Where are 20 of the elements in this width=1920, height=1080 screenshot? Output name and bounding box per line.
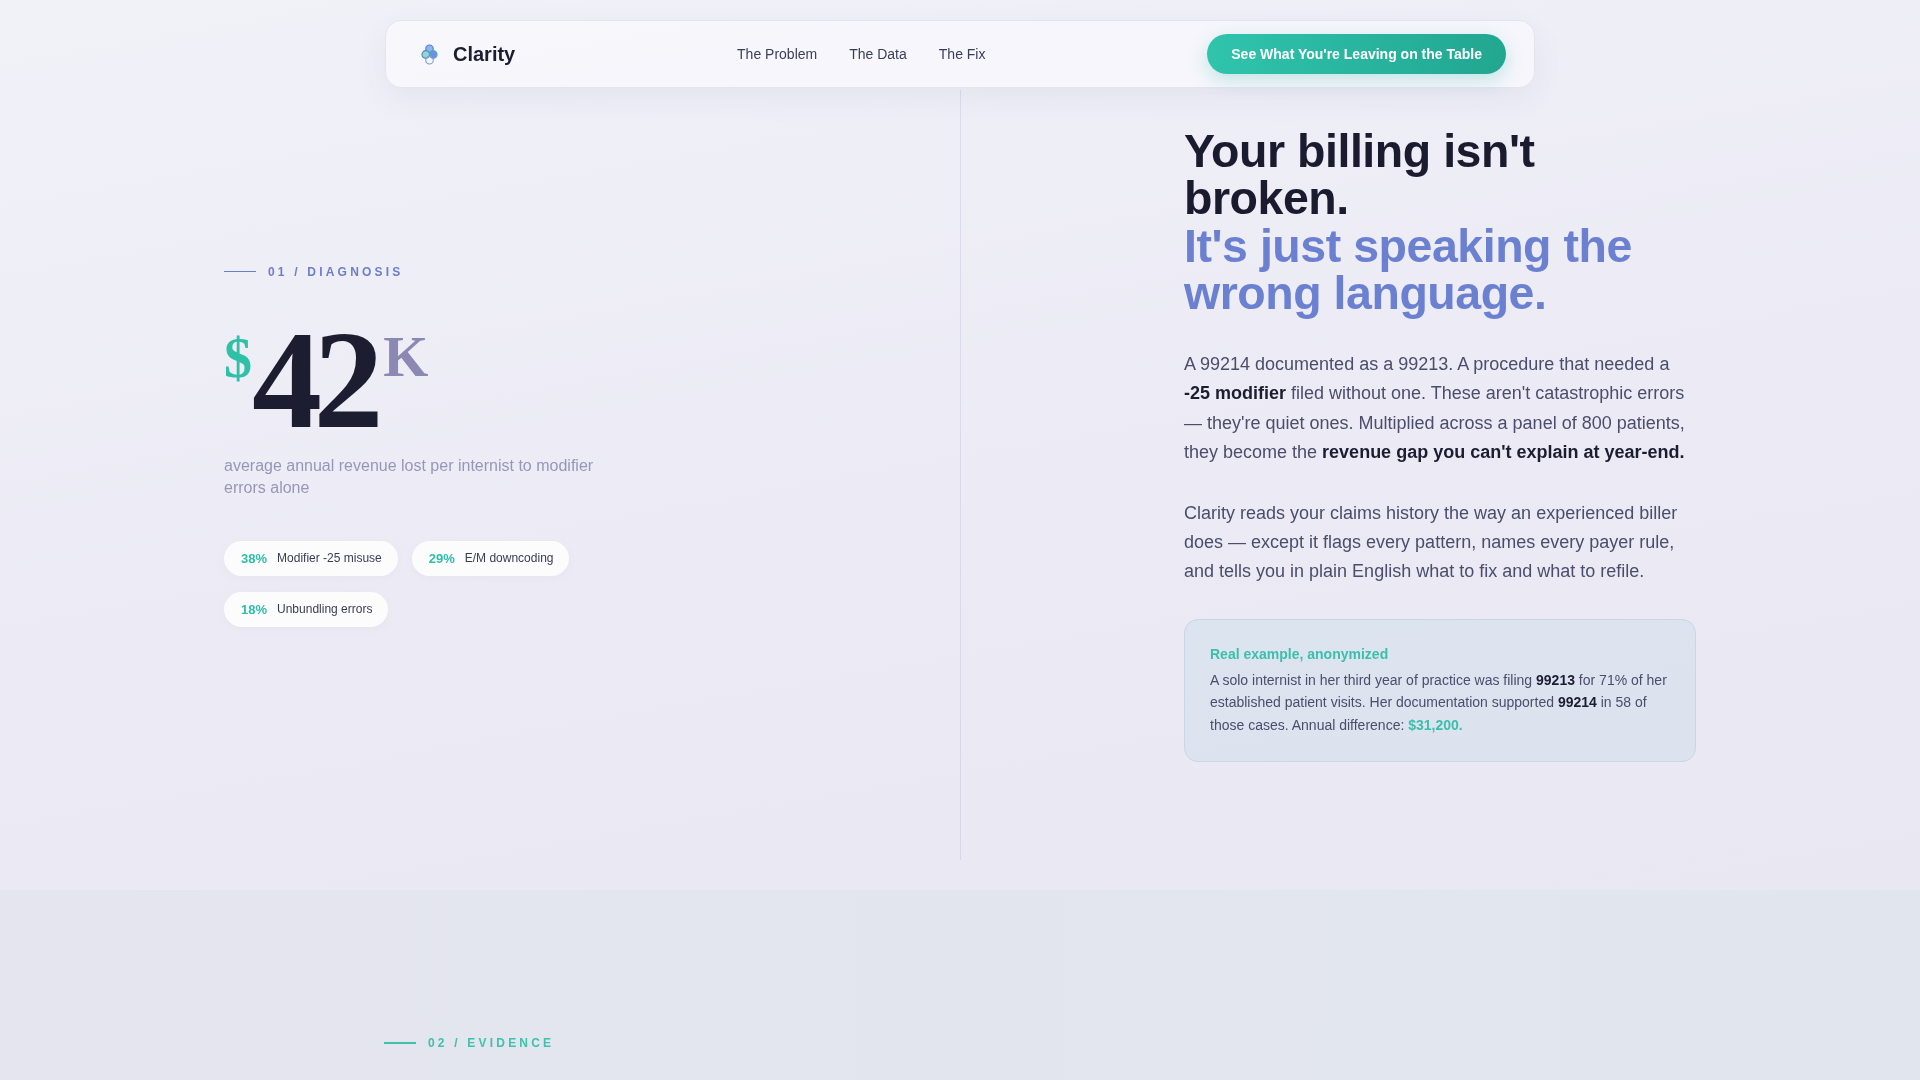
chip-label: Modifier -25 misuse xyxy=(277,551,382,565)
nav-link[interactable]: The Fix xyxy=(938,46,986,62)
section-label: 02 / EVIDENCE xyxy=(428,1035,555,1051)
example-title: Real example, anonymized xyxy=(1210,644,1390,664)
body-paragraph: Clarity reads your claims history the way an experienced biller does — except it flags every pattern, names every payer rule, and tells you in plain English what to fix and what to refile. xyxy=(1184,501,1679,584)
logo-icon xyxy=(421,43,438,65)
nav-link[interactable]: The Data xyxy=(849,46,907,62)
brand-name[interactable]: Clarity xyxy=(453,42,516,66)
chip-percent: 18% xyxy=(241,601,268,617)
section-label: 01 / DIAGNOSIS xyxy=(268,263,404,280)
body-paragraph: A 99214 documented as a 99213. A procedure that needed a -25 modifier filed without one. These aren't catastrophic errors — they're quiet ones. Multiplied across a panel of 800 patients, they become the revenue gap you can't explain at year-end. xyxy=(1184,352,1686,465)
chip-percent: 29% xyxy=(428,550,455,566)
chip-label: E/M downcoding xyxy=(464,551,554,565)
hero-heading-accent: It's just speaking the wrong language. xyxy=(1184,222,1633,318)
chip-label: Unbundling errors xyxy=(277,602,373,616)
chip-percent: 38% xyxy=(241,550,268,566)
nav-link[interactable]: The Problem xyxy=(737,46,818,62)
hero-heading: Your billing isn't broken. xyxy=(1184,127,1536,223)
example-text: A solo internist in her third year of practice was filing 99213 for 71% of her established patient visits. Her documentation supported 99214 in 58 of those cases. Annual difference: $31,200. xyxy=(1210,670,1668,735)
stat-caption: average annual revenue lost per internist to modifier errors alone xyxy=(224,455,595,498)
